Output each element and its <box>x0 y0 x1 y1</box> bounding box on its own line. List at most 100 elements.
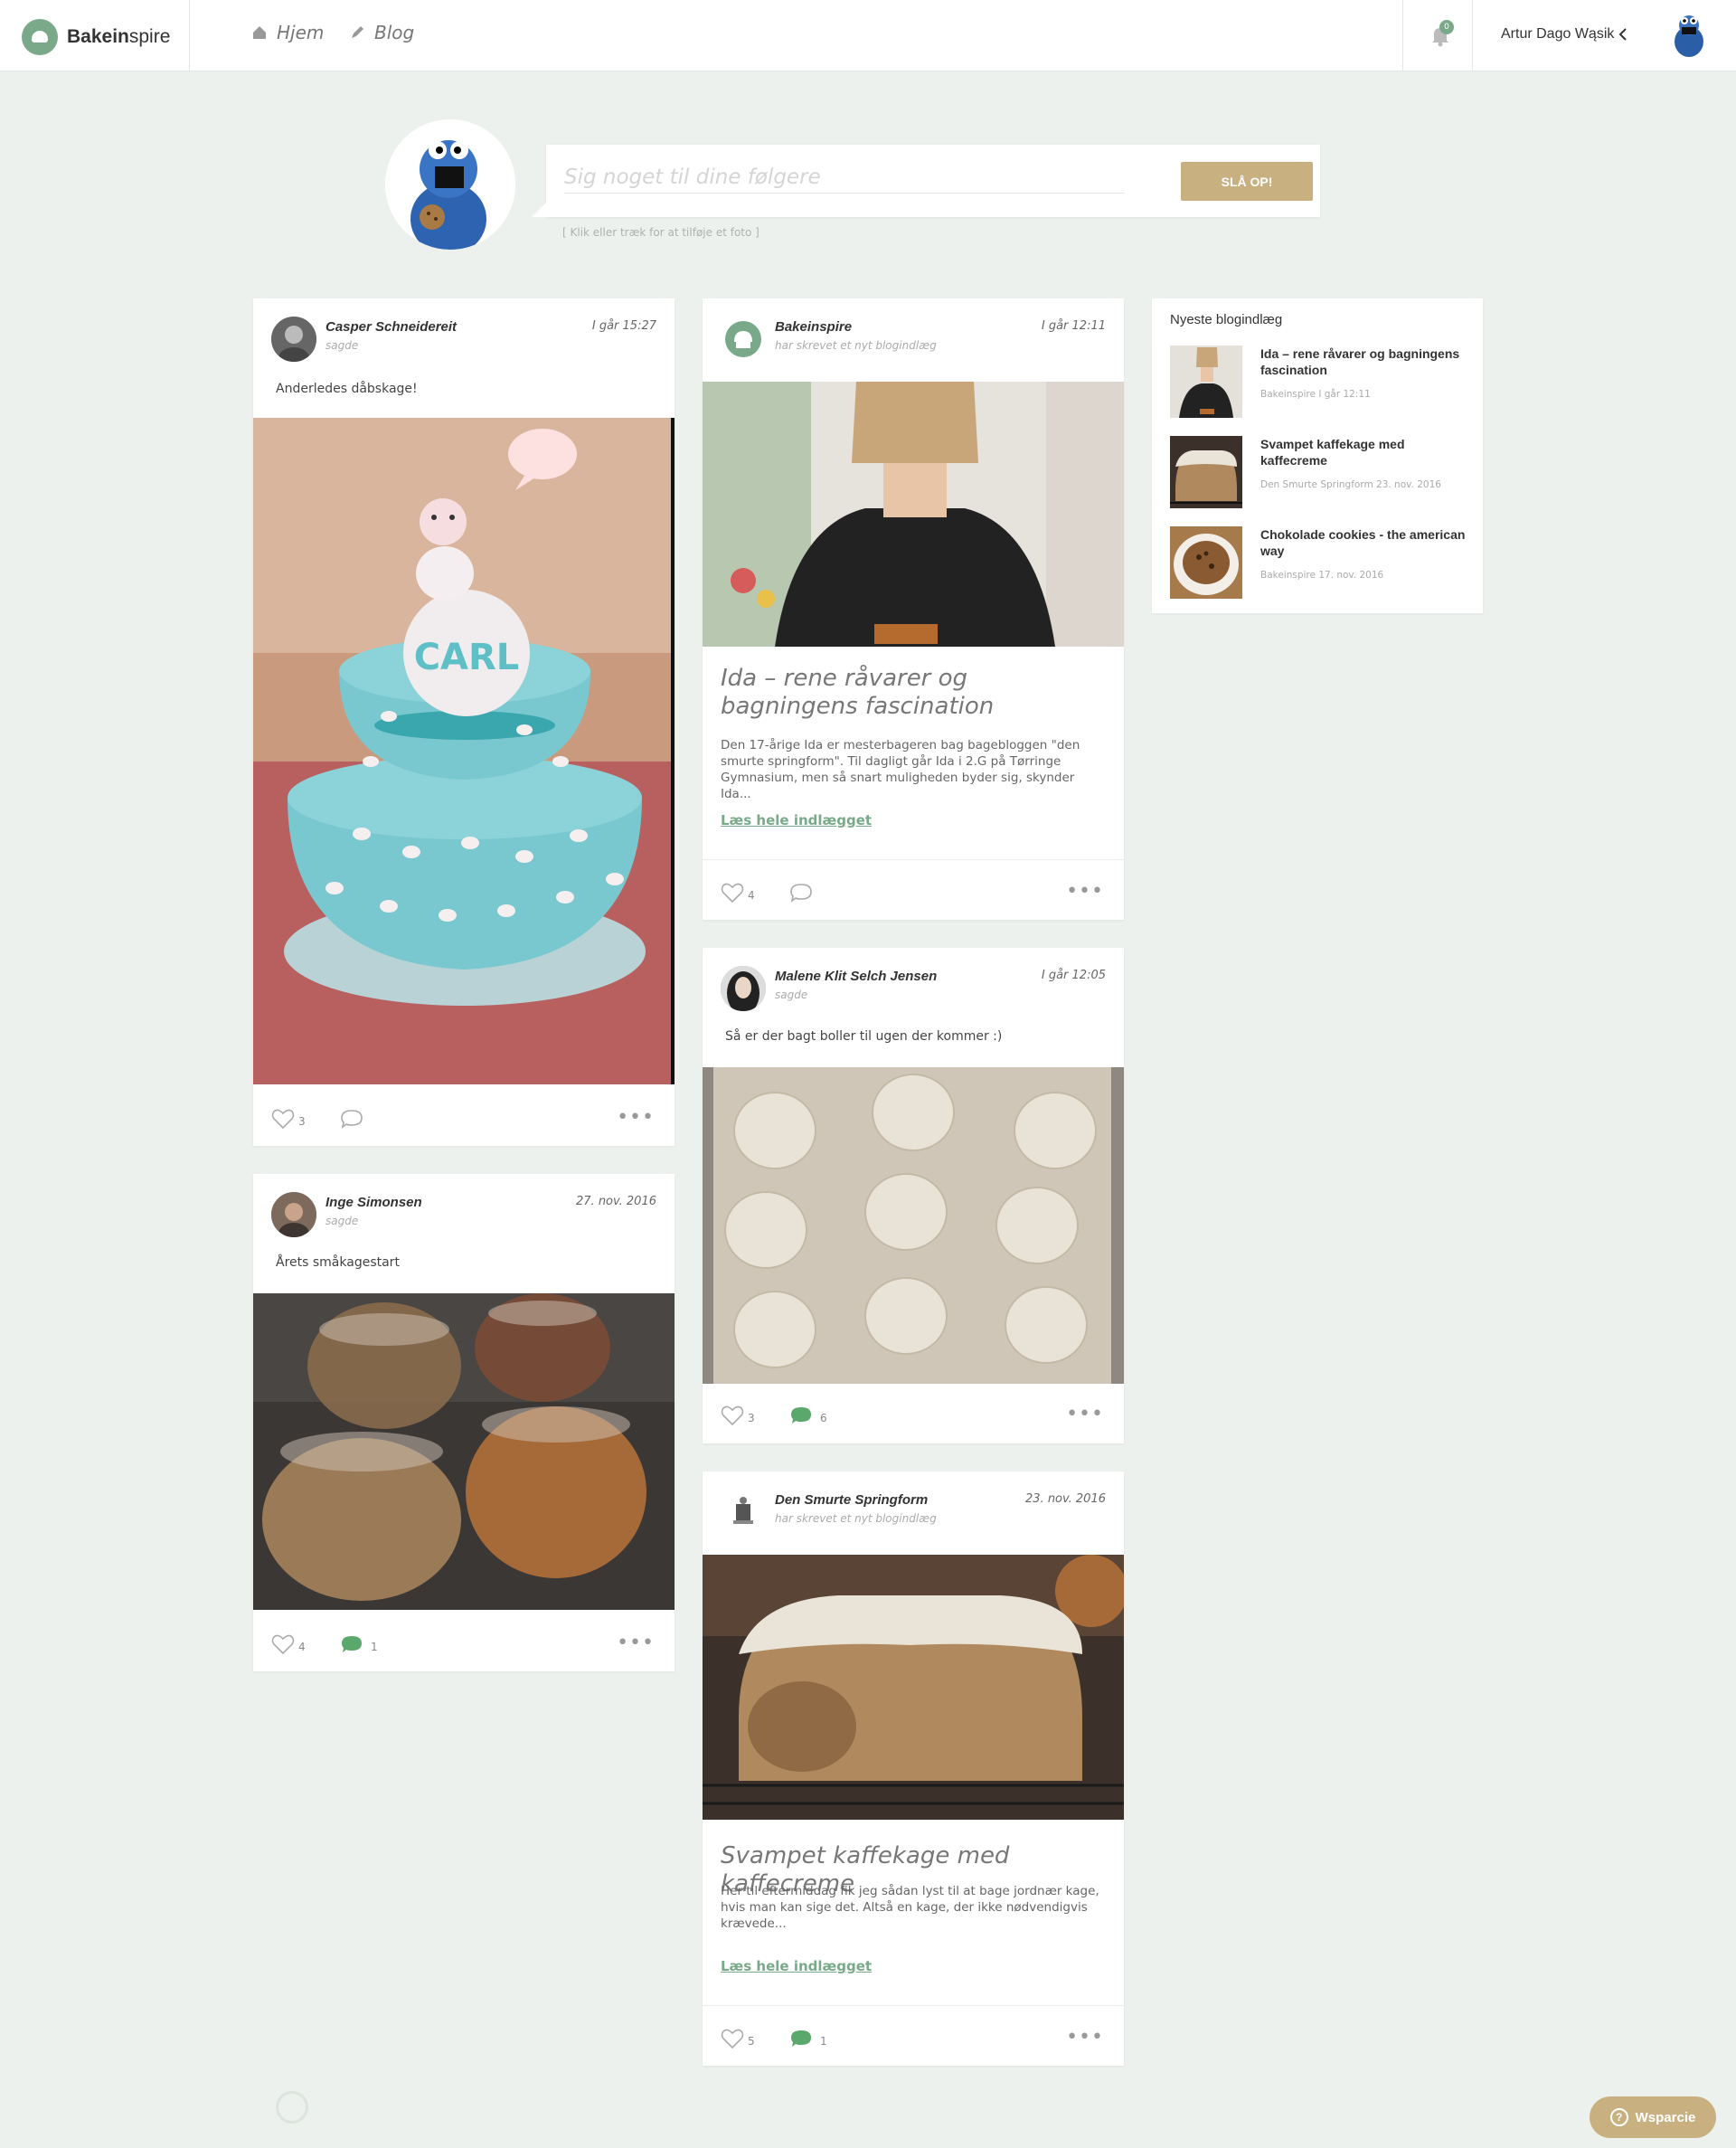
question-icon: ? <box>1609 2108 1628 2126</box>
nav-blog-link[interactable]: Blog <box>349 22 414 43</box>
more-icon[interactable]: ••• <box>617 1632 655 1654</box>
sidebar-title: Nyeste blogindlæg <box>1170 312 1283 327</box>
divider <box>1402 0 1403 71</box>
notification-count-badge: 0 <box>1439 20 1454 34</box>
sidebar-item-title[interactable]: Ida – rene råvarer og bagningens fascina… <box>1260 345 1468 378</box>
more-icon[interactable]: ••• <box>1066 1403 1104 1425</box>
like-count: 4 <box>298 1641 306 1653</box>
sidebar-thumbnail[interactable] <box>1170 436 1242 508</box>
user-menu-name[interactable]: Artur Dago Wąsik <box>1501 26 1614 43</box>
brand-logo-link[interactable]: Bakeinspire <box>22 19 170 55</box>
post-actions: 4 ••• <box>703 866 1124 920</box>
feed-post: Malene Klit Selch Jensen sagde I går 12:… <box>703 948 1124 1443</box>
author-avatar[interactable] <box>721 966 766 1011</box>
divider <box>703 2005 1124 2006</box>
post-time: I går 15:27 <box>591 319 656 333</box>
blog-post-excerpt: Den 17-årige Ida er mesterbageren bag ba… <box>721 738 1080 801</box>
comment-icon[interactable] <box>789 1405 813 1425</box>
sidebar-blog-item[interactable]: Ida – rene råvarer og bagningens fascina… <box>1170 345 1468 420</box>
sidebar-item-title[interactable]: Svampet kaffekage med kaffecreme <box>1260 436 1468 468</box>
post-time: 27. nov. 2016 <box>576 1195 656 1208</box>
post-image-cake[interactable]: CARL <box>253 418 675 1084</box>
post-button[interactable]: SLÅ OP! <box>1181 162 1313 201</box>
chevron-left-icon[interactable] <box>1618 27 1628 45</box>
comment-icon[interactable] <box>340 1109 363 1129</box>
divider <box>703 859 1124 860</box>
heart-icon[interactable] <box>721 1405 744 1426</box>
post-action: sagde <box>326 1215 359 1227</box>
post-author[interactable]: Bakeinspire <box>775 319 852 335</box>
post-author[interactable]: Den Smurte Springform <box>775 1492 928 1508</box>
post-text: Anderledes dåbskage! <box>276 382 418 396</box>
post-action: sagde <box>326 339 359 352</box>
svg-text:CARL: CARL <box>414 637 520 678</box>
cupcake-logo-icon <box>22 19 58 55</box>
nav-home-link[interactable]: Hjem <box>251 22 324 43</box>
sidebar-blog-item[interactable]: Svampet kaffekage med kaffecreme Den Smu… <box>1170 436 1468 510</box>
sidebar-thumbnail[interactable] <box>1170 526 1242 599</box>
user-avatar[interactable] <box>1669 13 1709 58</box>
heart-icon[interactable] <box>271 1108 295 1130</box>
post-actions: 3 ••• <box>253 1092 675 1146</box>
post-header: Bakeinspire har skrevet et nyt blogindlæ… <box>721 317 1106 362</box>
loading-spinner <box>276 2091 308 2124</box>
post-author[interactable]: Inge Simonsen <box>326 1195 422 1210</box>
feed-post: Casper Schneidereit sagde I går 15:27 An… <box>253 298 675 1146</box>
blog-post-title[interactable]: Ida – rene råvarer og bagningens fascina… <box>721 665 1100 721</box>
heart-icon[interactable] <box>721 2028 744 2049</box>
post-time: I går 12:11 <box>1041 319 1106 333</box>
post-header: Malene Klit Selch Jensen sagde I går 12:… <box>721 966 1106 1011</box>
sidebar-thumbnail[interactable] <box>1170 345 1242 418</box>
sidebar-item-meta: Bakeinspire I går 12:11 <box>1260 389 1371 400</box>
brand-name: Bakeinspire <box>67 26 171 47</box>
comment-count: 1 <box>820 2035 827 2048</box>
status-input[interactable] <box>564 161 1125 194</box>
more-icon[interactable]: ••• <box>1066 880 1104 903</box>
blog-post-image[interactable] <box>703 1555 1124 1820</box>
read-more-link[interactable]: Læs hele indlægget <box>721 812 872 828</box>
comment-icon[interactable] <box>789 883 813 903</box>
support-label: Wsparcie <box>1635 2109 1696 2125</box>
sidebar-item-meta: Den Smurte Springform 23. nov. 2016 <box>1260 479 1441 490</box>
like-count: 5 <box>748 2035 755 2048</box>
post-image-buns[interactable] <box>703 1067 1124 1384</box>
blog-post-image[interactable] <box>703 382 1124 647</box>
post-author[interactable]: Malene Klit Selch Jensen <box>775 969 937 984</box>
sidebar-blog-item[interactable]: Chokolade cookies - the american way Bak… <box>1170 526 1468 601</box>
post-actions: 4 1 ••• <box>253 1617 675 1671</box>
post-author[interactable]: Casper Schneidereit <box>326 319 457 335</box>
like-count: 4 <box>748 889 755 902</box>
post-time: 23. nov. 2016 <box>1025 1492 1106 1506</box>
author-avatar[interactable] <box>721 1490 766 1535</box>
post-header: Den Smurte Springform har skrevet et nyt… <box>721 1490 1106 1535</box>
author-avatar[interactable] <box>271 1192 316 1237</box>
notifications-button[interactable]: 0 <box>1430 20 1454 47</box>
heart-icon[interactable] <box>271 1633 295 1655</box>
nav-blog-label: Blog <box>374 22 415 43</box>
nav-home-label: Hjem <box>277 22 325 43</box>
support-button[interactable]: ? Wsparcie <box>1590 2096 1716 2138</box>
status-composer: SLÅ OP! <box>532 145 1320 217</box>
more-icon[interactable]: ••• <box>617 1106 655 1129</box>
read-more-link[interactable]: Læs hele indlægget <box>721 1958 872 1974</box>
heart-icon[interactable] <box>721 882 744 904</box>
top-navigation-bar: Bakeinspire Hjem Blog 0 Artur Dago Wąsik <box>0 0 1736 71</box>
author-avatar[interactable] <box>721 317 766 362</box>
feed-post: Inge Simonsen sagde 27. nov. 2016 Årets … <box>253 1174 675 1671</box>
post-text: Årets småkagestart <box>276 1255 400 1270</box>
comment-icon[interactable] <box>340 1634 363 1654</box>
post-image-cookies[interactable] <box>253 1293 675 1610</box>
feed-blog-post: Den Smurte Springform har skrevet et nyt… <box>703 1471 1124 2066</box>
post-action: sagde <box>775 989 808 1001</box>
photo-upload-hint[interactable]: [ Klik eller træk for at tilføje et foto… <box>562 226 760 239</box>
feed-blog-post: Bakeinspire har skrevet et nyt blogindlæ… <box>703 298 1124 920</box>
like-count: 3 <box>748 1412 755 1424</box>
author-avatar[interactable] <box>271 317 316 362</box>
more-icon[interactable]: ••• <box>1066 2026 1104 2049</box>
divider <box>189 0 190 71</box>
like-count: 3 <box>298 1115 306 1128</box>
sidebar-item-title[interactable]: Chokolade cookies - the american way <box>1260 526 1468 559</box>
comment-icon[interactable] <box>789 2029 813 2049</box>
post-header: Inge Simonsen sagde 27. nov. 2016 <box>271 1192 656 1237</box>
comment-count: 1 <box>371 1641 378 1653</box>
